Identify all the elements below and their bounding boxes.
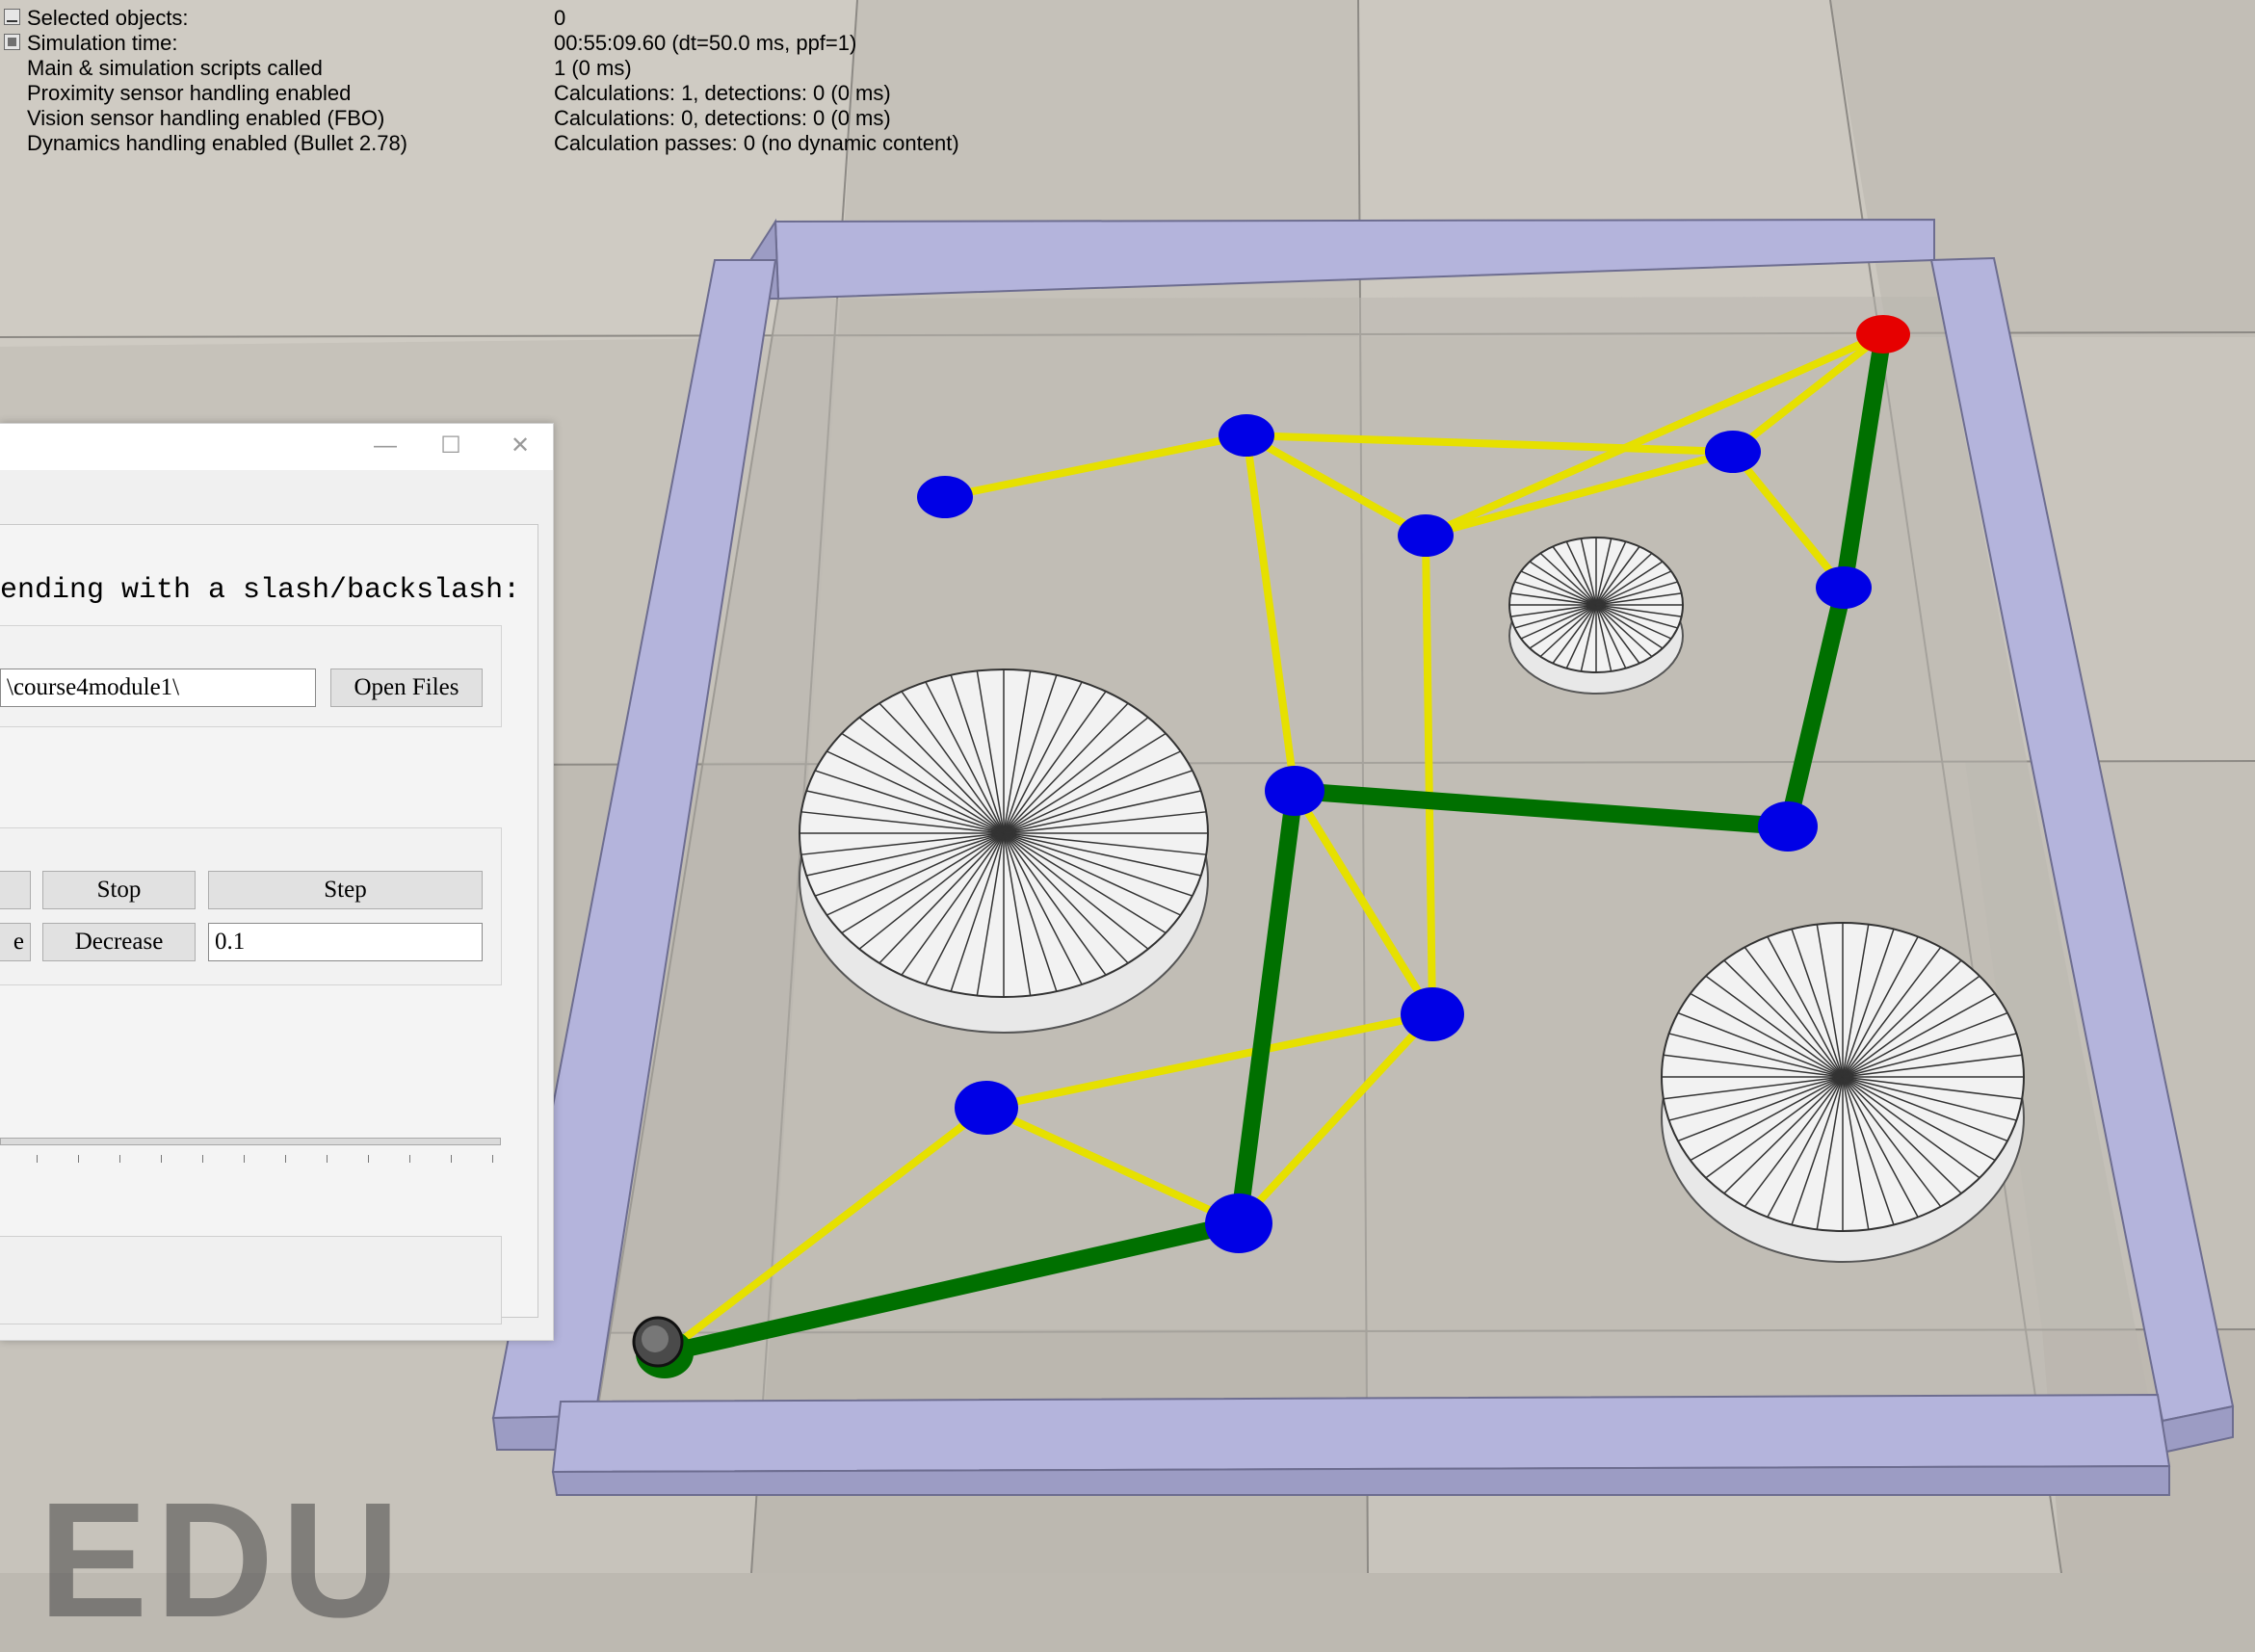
decrease-button[interactable]: Decrease (42, 923, 196, 961)
slider-tick (244, 1155, 245, 1163)
goal-node (1856, 315, 1910, 354)
info-label: Dynamics handling enabled (Bullet 2.78) (27, 131, 408, 155)
info-toggle-checkbox[interactable] (4, 9, 20, 25)
open-files-button[interactable]: Open Files (330, 669, 483, 707)
graph-node (917, 476, 973, 518)
graph-node (1219, 414, 1274, 457)
info-value: 1 (0 ms) (554, 56, 632, 80)
info-value: Calculation passes: 0 (no dynamic conten… (554, 131, 959, 155)
info-row: Proximity sensor handling enabled Calcula… (0, 81, 1060, 106)
file-loader-dialog: — ☐ ✕ ending with a slash/backslash: \co… (0, 423, 554, 1341)
graph-node (1265, 766, 1324, 816)
graph-node (1401, 987, 1464, 1041)
start-button-partial[interactable] (0, 871, 31, 909)
obstacle-large-left (799, 669, 1209, 1034)
info-label: Main & simulation scripts called (27, 56, 323, 80)
info-value: 0 (554, 6, 566, 30)
info-row: Dynamics handling enabled (Bullet 2.78) C… (0, 131, 1060, 156)
info-label: Selected objects: (27, 6, 189, 30)
edu-watermark: EDU (39, 1469, 407, 1652)
info-label: Proximity sensor handling enabled (27, 81, 352, 105)
graph-node (1205, 1193, 1272, 1253)
slider-tick (78, 1155, 79, 1163)
info-row: Main & simulation scripts called 1 (0 ms) (0, 56, 1060, 81)
slider-tick (285, 1155, 286, 1163)
info-toggle-checkbox[interactable] (4, 34, 20, 50)
obstacle-small-top-right (1508, 537, 1684, 695)
simulation-info-overlay: Selected objects: 0 Simulation time: 00:55:… (0, 0, 1156, 164)
path-input[interactable]: \course4module1\ (0, 669, 316, 707)
minimize-icon[interactable]: — (366, 432, 405, 460)
info-value: 00:55:09.60 (dt=50.0 ms, ppf=1) (554, 31, 857, 55)
output-panel (0, 1236, 502, 1324)
step-button[interactable]: Step (208, 871, 483, 909)
info-value: Calculations: 1, detections: 0 (0 ms) (554, 81, 891, 105)
robot[interactable] (632, 1316, 684, 1368)
dialog-content: ending with a slash/backslash: \course4m… (0, 524, 538, 1324)
info-label: Simulation time: (27, 31, 178, 55)
dialog-titlebar: — ☐ ✕ (0, 424, 553, 470)
info-row: Simulation time: 00:55:09.60 (dt=50.0 ms,… (0, 31, 1060, 56)
graph-node (955, 1081, 1018, 1135)
slider-tick (37, 1155, 38, 1163)
info-row: Vision sensor handling enabled (FBO) Calc… (0, 106, 1060, 131)
info-label: Vision sensor handling enabled (FBO) (27, 106, 385, 130)
close-icon[interactable]: ✕ (501, 432, 539, 460)
slider-tick (492, 1155, 493, 1163)
path-instructions-label: ending with a slash/backslash: (0, 574, 521, 607)
time-slider[interactable] (0, 1138, 501, 1145)
slider-tick (119, 1155, 120, 1163)
maximize-icon[interactable]: ☐ (432, 432, 470, 460)
graph-node (1758, 801, 1818, 852)
graph-node (1705, 431, 1761, 473)
slider-tick (451, 1155, 452, 1163)
simulation-controls-group: Stop Step e Decrease 0.1 (0, 827, 502, 985)
slider-tick (409, 1155, 410, 1163)
step-size-input[interactable]: 0.1 (208, 923, 483, 961)
path-group: \course4module1\ Open Files (0, 625, 502, 727)
increase-button-partial[interactable]: e (0, 923, 31, 961)
graph-node (1816, 566, 1872, 609)
info-value: Calculations: 0, detections: 0 (0 ms) (554, 106, 891, 130)
info-row: Selected objects: 0 (0, 6, 1060, 31)
slider-tick (368, 1155, 369, 1163)
slider-tick (161, 1155, 162, 1163)
slider-tick (202, 1155, 203, 1163)
graph-node (1398, 514, 1454, 557)
slider-tick (327, 1155, 328, 1163)
stop-button[interactable]: Stop (42, 871, 196, 909)
obstacle-large-bottom-right (1661, 922, 2025, 1263)
